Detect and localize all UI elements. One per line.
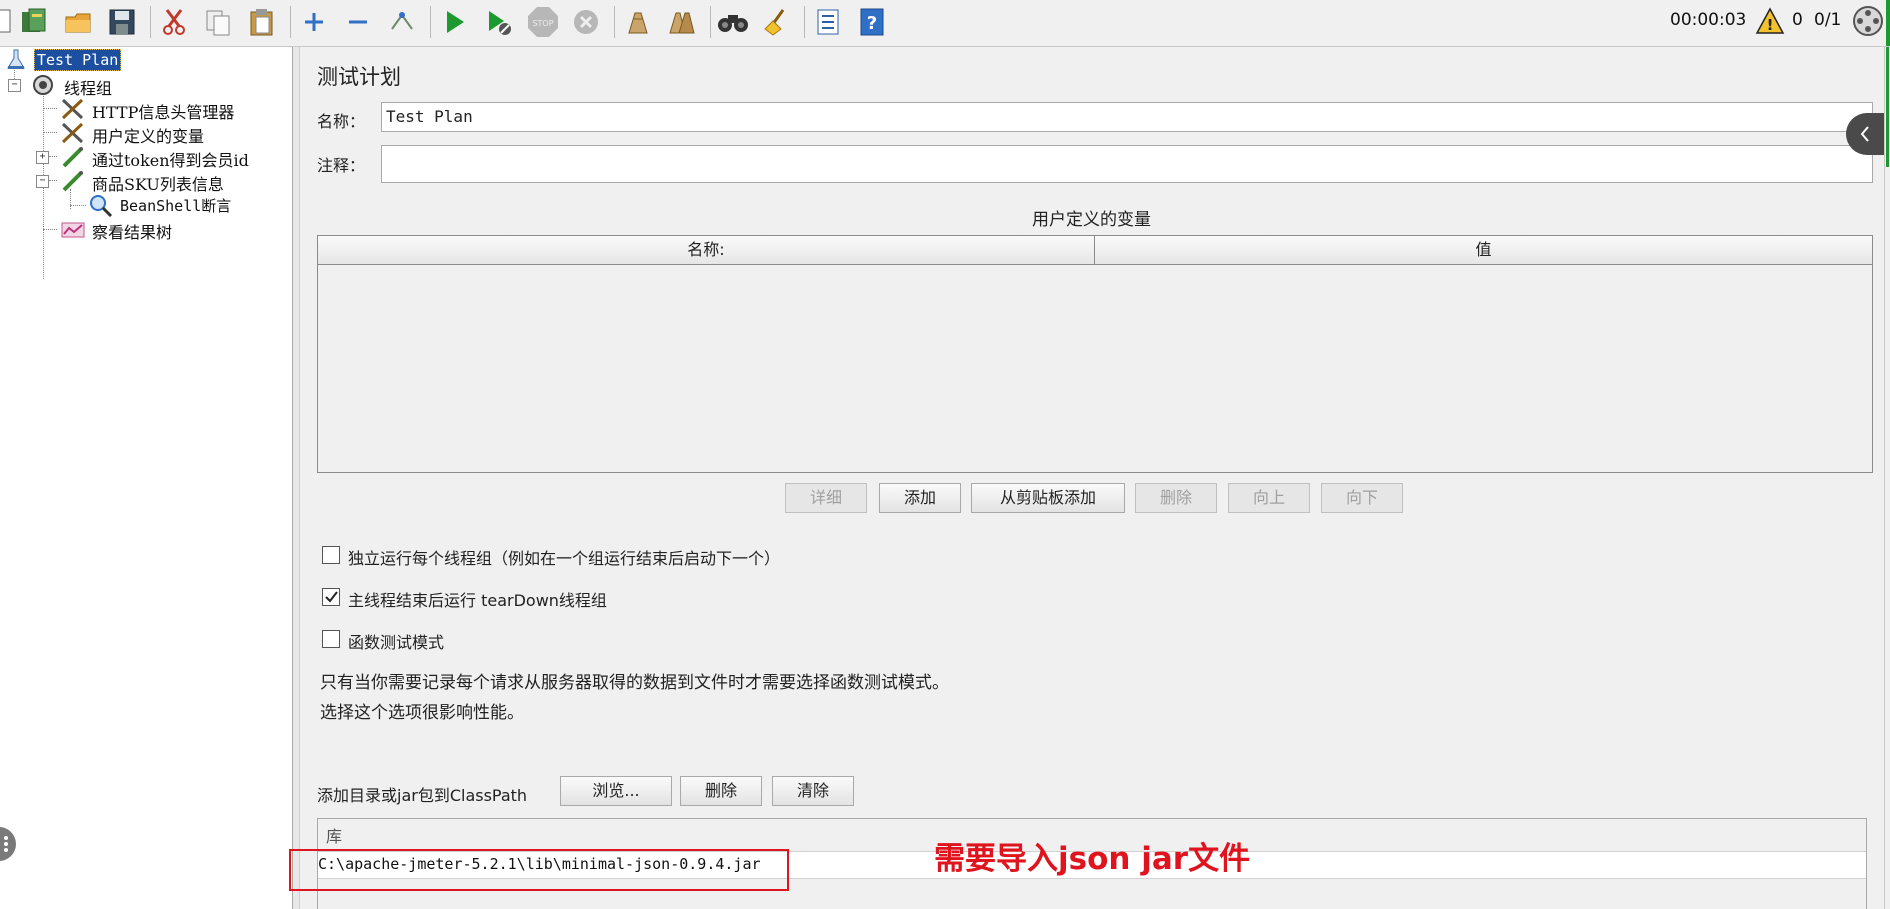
config-element-icon bbox=[60, 97, 84, 121]
browse-button[interactable]: 浏览... bbox=[560, 776, 672, 806]
classpath-delete-button[interactable]: 删除 bbox=[680, 776, 762, 806]
move-up-button[interactable]: 向上 bbox=[1228, 483, 1310, 513]
tree-item-user-variables[interactable]: 用户定义的变量 bbox=[92, 123, 204, 147]
shutdown-icon[interactable] bbox=[570, 6, 602, 38]
active-threads: 0/1 bbox=[1814, 10, 1842, 30]
listener-icon bbox=[60, 217, 85, 241]
toggle-icon[interactable] bbox=[386, 6, 418, 38]
functional-test-mode-label: 函数测试模式 bbox=[348, 633, 445, 652]
tree-expander[interactable]: − bbox=[36, 175, 49, 188]
name-label: 名称： bbox=[317, 112, 366, 131]
right-edge-stripe bbox=[1886, 47, 1889, 167]
function-helper-icon[interactable] bbox=[812, 6, 844, 38]
tree-item-beanshell-assertion[interactable]: BeanShell断言 bbox=[120, 195, 231, 216]
elapsed-time: 00:00:03 bbox=[1670, 10, 1747, 30]
toolbar-separator bbox=[290, 6, 291, 38]
comment-label: 注释： bbox=[317, 156, 366, 175]
page-title: 测试计划 bbox=[317, 65, 401, 89]
name-field[interactable]: Test Plan bbox=[381, 102, 1873, 132]
tree-connector bbox=[43, 108, 57, 109]
user-variables-table[interactable]: 名称: 值 bbox=[317, 235, 1873, 473]
tree-item-view-results-tree[interactable]: 察看结果树 bbox=[92, 219, 172, 243]
warning-icon[interactable]: ! bbox=[1754, 5, 1786, 37]
tree-item-thread-group[interactable]: 线程组 bbox=[64, 75, 112, 99]
tree-item-token-sampler[interactable]: 通过token得到会员id bbox=[92, 147, 249, 171]
collapse-icon[interactable] bbox=[342, 6, 374, 38]
functional-test-mode-checkbox[interactable] bbox=[322, 630, 340, 648]
new-icon[interactable] bbox=[0, 6, 18, 38]
tree-connector bbox=[49, 156, 57, 157]
annotation-highlight-box bbox=[289, 849, 789, 891]
classpath-clear-button[interactable]: 清除 bbox=[772, 776, 854, 806]
tree-item-http-header-manager[interactable]: HTTP信息头管理器 bbox=[92, 99, 234, 123]
run-groups-consecutively-label: 独立运行每个线程组（例如在一个组运行结束后启动下一个） bbox=[348, 549, 781, 568]
column-header-value[interactable]: 值 bbox=[1095, 236, 1872, 265]
copy-icon[interactable] bbox=[202, 6, 234, 38]
stop-icon[interactable]: STOP bbox=[526, 6, 558, 38]
add-from-clipboard-button[interactable]: 从剪贴板添加 bbox=[971, 483, 1125, 513]
tree-item-sku-sampler[interactable]: 商品SKU列表信息 bbox=[92, 171, 224, 195]
toolbar: STOP ? 00:00:03 ! 0 0/1 bbox=[0, 0, 1890, 47]
side-toggle-button[interactable] bbox=[0, 827, 16, 861]
teardown-checkbox[interactable] bbox=[322, 588, 340, 606]
tree-connector bbox=[49, 180, 57, 181]
thread-group-icon bbox=[30, 73, 54, 97]
clear-all-icon[interactable] bbox=[666, 6, 698, 38]
tree-connector bbox=[70, 205, 86, 206]
open-icon[interactable] bbox=[62, 6, 94, 38]
run-groups-consecutively-checkbox[interactable] bbox=[322, 546, 340, 564]
config-element-icon bbox=[60, 121, 84, 145]
sampler-icon bbox=[60, 169, 84, 193]
test-plan-editor: 测试计划 名称： Test Plan 注释： 用户定义的变量 名称: 值 详细 … bbox=[289, 47, 1890, 909]
start-no-pauses-icon[interactable] bbox=[482, 6, 514, 38]
tree-connector bbox=[43, 229, 57, 230]
comment-field[interactable] bbox=[381, 145, 1873, 183]
help-icon[interactable]: ? bbox=[856, 6, 888, 38]
tree-connector bbox=[43, 132, 57, 133]
test-plan-tree: Test Plan − 线程组 HTTP信息头管理器 用户定义的变量 + 通过t… bbox=[0, 47, 293, 909]
paste-icon[interactable] bbox=[246, 6, 278, 38]
teardown-label: 主线程结束后运行 tearDown线程组 bbox=[348, 591, 607, 610]
panel-splitter[interactable] bbox=[293, 47, 300, 909]
detail-button[interactable]: 详细 bbox=[785, 483, 867, 513]
tree-item-test-plan[interactable]: Test Plan bbox=[34, 49, 122, 71]
classpath-label: 添加目录或jar包到ClassPath bbox=[317, 786, 528, 805]
tree-expander[interactable]: − bbox=[8, 79, 21, 92]
cut-icon[interactable] bbox=[158, 6, 190, 38]
toolbar-separator bbox=[710, 6, 711, 38]
annotation-text: 需要导入json jar文件 bbox=[934, 841, 1251, 877]
tree-expander[interactable]: + bbox=[36, 151, 49, 164]
tree-item-label: Test Plan bbox=[37, 51, 119, 69]
svg-text:?: ? bbox=[867, 13, 877, 34]
start-icon[interactable] bbox=[438, 6, 470, 38]
test-plan-icon bbox=[4, 48, 28, 72]
right-edge-bar bbox=[1884, 47, 1890, 909]
column-header-name[interactable]: 名称: bbox=[318, 236, 1095, 265]
svg-text:STOP: STOP bbox=[532, 19, 553, 28]
svg-text:!: ! bbox=[1767, 16, 1774, 34]
toolbar-separator bbox=[804, 6, 805, 38]
sampler-icon bbox=[60, 145, 84, 169]
search-icon[interactable] bbox=[716, 6, 748, 38]
functional-mode-hint-line-1: 只有当你需要记录每个请求从服务器取得的数据到文件时才需要选择函数测试模式。 bbox=[320, 673, 949, 693]
functional-mode-hint-line-2: 选择这个选项很影响性能。 bbox=[320, 703, 524, 723]
toolbar-separator bbox=[614, 6, 615, 38]
toolbar-separator bbox=[150, 6, 151, 38]
warning-count: 0 bbox=[1792, 10, 1803, 30]
reset-search-icon[interactable] bbox=[760, 6, 792, 38]
add-button[interactable]: 添加 bbox=[879, 483, 961, 513]
clear-icon[interactable] bbox=[622, 6, 654, 38]
remote-status-icon[interactable] bbox=[1852, 5, 1884, 37]
library-column-header: 库 bbox=[326, 827, 343, 846]
delete-button[interactable]: 删除 bbox=[1135, 483, 1217, 513]
move-down-button[interactable]: 向下 bbox=[1321, 483, 1403, 513]
assertion-icon bbox=[88, 193, 113, 218]
user-variables-title: 用户定义的变量 bbox=[1032, 210, 1151, 230]
templates-icon[interactable] bbox=[18, 6, 50, 38]
save-icon[interactable] bbox=[106, 6, 138, 38]
expand-icon[interactable] bbox=[298, 6, 330, 38]
status-stripe bbox=[1886, 0, 1890, 46]
toolbar-separator bbox=[430, 6, 431, 38]
